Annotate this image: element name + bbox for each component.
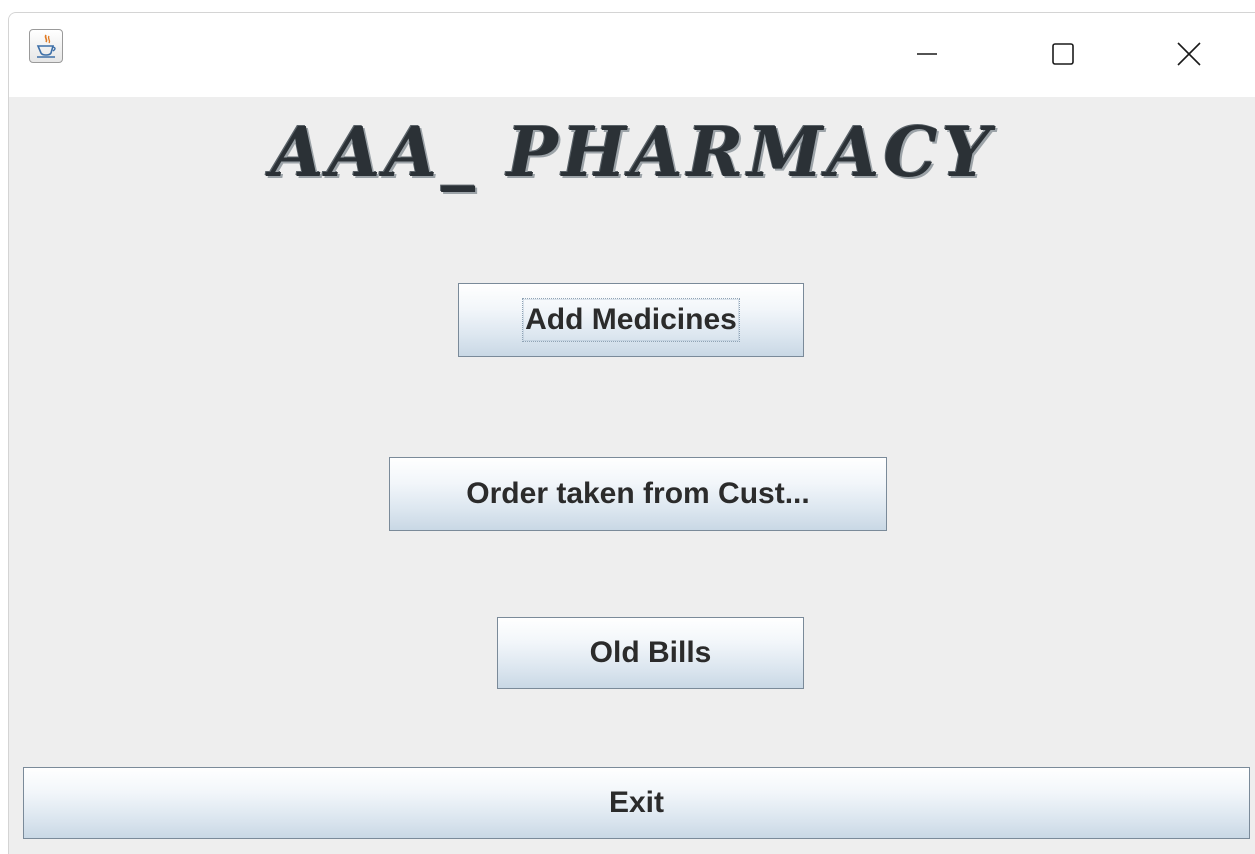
add-medicines-button[interactable]: Add Medicines [458,283,804,357]
java-coffee-cup-icon-glyph [36,34,56,58]
order-taken-button[interactable]: Order taken from Cust... [389,457,887,531]
add-medicines-label: Add Medicines [522,298,740,342]
minimize-icon [917,53,937,55]
close-button[interactable] [1159,29,1219,79]
exit-button[interactable]: Exit [23,767,1250,839]
order-taken-label: Order taken from Cust... [466,477,810,510]
old-bills-label: Old Bills [589,636,712,669]
title-bar[interactable] [9,13,1255,97]
java-coffee-cup-icon[interactable] [29,29,63,63]
exit-label: Exit [608,786,665,819]
maximize-icon [1052,43,1074,65]
old-bills-button[interactable]: Old Bills [497,617,804,689]
app-window: AAA_ PHARMACY Add Medicines Order taken … [8,12,1255,854]
maximize-button[interactable] [1033,29,1093,79]
app-heading: AAA_ PHARMACY [270,113,995,193]
close-icon [1177,42,1201,66]
minimize-button[interactable] [897,29,957,79]
